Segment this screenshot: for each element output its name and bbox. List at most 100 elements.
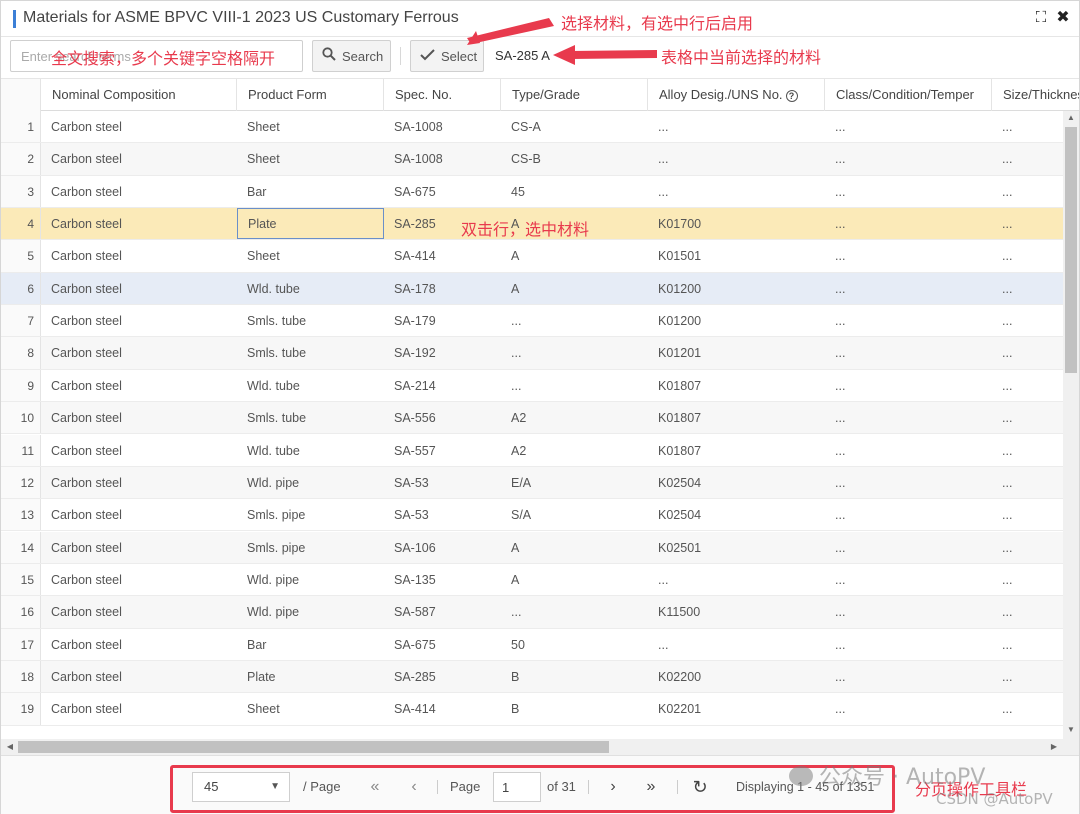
cell-class-condition[interactable]: ... [825, 629, 992, 660]
cell-class-condition[interactable]: ... [825, 596, 992, 627]
cell-type-grade[interactable]: E/A [501, 467, 648, 498]
cell-spec-no[interactable]: SA-53 [384, 499, 501, 530]
cell-size-thickness[interactable]: ... [992, 564, 1063, 595]
cell-type-grade[interactable]: 50 [501, 629, 648, 660]
cell-nominal-composition[interactable]: Carbon steel [41, 693, 237, 724]
cell-alloy-uns[interactable]: K02200 [648, 661, 825, 692]
cell-class-condition[interactable]: ... [825, 305, 992, 336]
table-row[interactable]: 15 Carbon steel Wld. pipe SA-135 A......... [1, 563, 1063, 597]
cell-type-grade[interactable]: 45 [501, 176, 648, 207]
table-row[interactable]: 1 Carbon steel Sheet SA-1008 CS-A......... [1, 111, 1063, 144]
cell-product-form[interactable]: Smls. pipe [237, 499, 384, 530]
cell-class-condition[interactable]: ... [825, 693, 992, 724]
cell-alloy-uns[interactable]: ... [648, 143, 825, 174]
cell-size-thickness[interactable]: ... [992, 532, 1063, 563]
cell-spec-no[interactable]: SA-214 [384, 370, 501, 401]
horizontal-scroll-thumb[interactable] [18, 741, 609, 753]
col-header-class-condition[interactable]: Class/Condition/Temper [825, 79, 992, 111]
scroll-left-icon[interactable]: ◀ [3, 739, 17, 755]
cell-product-form[interactable]: Bar [237, 176, 384, 207]
cell-type-grade[interactable]: ... [501, 596, 648, 627]
cell-size-thickness[interactable]: ... [992, 596, 1063, 627]
cell-class-condition[interactable]: ... [825, 240, 992, 271]
cell-spec-no[interactable]: SA-106 [384, 532, 501, 563]
cell-nominal-composition[interactable]: Carbon steel [41, 661, 237, 692]
cell-nominal-composition[interactable]: Carbon steel [41, 208, 237, 239]
cell-size-thickness[interactable]: ... [992, 240, 1063, 271]
cell-alloy-uns[interactable]: K02504 [648, 467, 825, 498]
cell-spec-no[interactable]: SA-414 [384, 693, 501, 724]
cell-class-condition[interactable]: ... [825, 111, 992, 142]
cell-alloy-uns[interactable]: K01200 [648, 305, 825, 336]
cell-size-thickness[interactable]: ... [992, 176, 1063, 207]
cell-alloy-uns[interactable]: K01807 [648, 402, 825, 433]
cell-class-condition[interactable]: ... [825, 370, 992, 401]
cell-spec-no[interactable]: SA-414 [384, 240, 501, 271]
cell-type-grade[interactable]: S/A [501, 499, 648, 530]
scroll-down-icon[interactable]: ▼ [1063, 723, 1079, 737]
cell-size-thickness[interactable]: ... [992, 208, 1063, 239]
select-button[interactable]: Select [410, 40, 484, 72]
cell-product-form[interactable]: Plate [237, 661, 384, 692]
col-header-alloy-uns[interactable]: Alloy Desig./UNS No.? [648, 79, 825, 111]
close-icon[interactable]: ✖ [1053, 7, 1073, 29]
cell-class-condition[interactable]: ... [825, 661, 992, 692]
cell-spec-no[interactable]: SA-557 [384, 435, 501, 466]
cell-nominal-composition[interactable]: Carbon steel [41, 564, 237, 595]
cell-size-thickness[interactable]: ... [992, 467, 1063, 498]
cell-class-condition[interactable]: ... [825, 273, 992, 304]
cell-product-form[interactable]: Wld. pipe [237, 596, 384, 627]
cell-class-condition[interactable]: ... [825, 176, 992, 207]
table-row[interactable]: 18 Carbon steel Plate SA-285 B K02200...... [1, 660, 1063, 694]
cell-nominal-composition[interactable]: Carbon steel [41, 532, 237, 563]
cell-size-thickness[interactable]: ... [992, 693, 1063, 724]
cell-product-form[interactable]: Bar [237, 629, 384, 660]
cell-product-form[interactable]: Sheet [237, 143, 384, 174]
cell-nominal-composition[interactable]: Carbon steel [41, 111, 237, 142]
cell-type-grade[interactable]: A [501, 240, 648, 271]
col-header-size-thickness[interactable]: Size/Thickness [992, 79, 1079, 111]
cell-class-condition[interactable]: ... [825, 532, 992, 563]
cell-nominal-composition[interactable]: Carbon steel [41, 143, 237, 174]
cell-product-form[interactable]: Smls. tube [237, 305, 384, 336]
cell-size-thickness[interactable]: ... [992, 435, 1063, 466]
cell-type-grade[interactable]: A [501, 273, 648, 304]
cell-product-form[interactable]: Wld. pipe [237, 564, 384, 595]
table-row[interactable]: 10 Carbon steel Smls. tube SA-556 A2 K01807..… [1, 402, 1063, 435]
cell-type-grade[interactable]: A2 [501, 435, 648, 466]
cell-alloy-uns[interactable]: K02501 [648, 532, 825, 563]
cell-product-form[interactable]: Sheet [237, 693, 384, 724]
cell-type-grade[interactable]: ... [501, 305, 648, 336]
cell-nominal-composition[interactable]: Carbon steel [41, 402, 237, 433]
table-row[interactable]: 11 Carbon steel Wld. tube SA-557 A2 K01807...… [1, 434, 1063, 467]
cell-type-grade[interactable]: A2 [501, 402, 648, 433]
cell-product-form[interactable]: Wld. pipe [237, 467, 384, 498]
table-row[interactable]: 7 Carbon steel Smls. tube SA-179... K01200..… [1, 305, 1063, 338]
cell-alloy-uns[interactable]: ... [648, 629, 825, 660]
cell-size-thickness[interactable]: ... [992, 499, 1063, 530]
table-row[interactable]: 2 Carbon steel Sheet SA-1008 CS-B......... [1, 143, 1063, 176]
table-row[interactable]: 3 Carbon steel Bar SA-675 45......... [1, 175, 1063, 208]
cell-nominal-composition[interactable]: Carbon steel [41, 337, 237, 368]
cell-type-grade[interactable]: B [501, 693, 648, 724]
cell-type-grade[interactable]: CS-B [501, 143, 648, 174]
cell-alloy-uns[interactable]: ... [648, 176, 825, 207]
table-row[interactable]: 14 Carbon steel Smls. pipe SA-106 A K02501...… [1, 531, 1063, 564]
cell-spec-no[interactable]: SA-675 [384, 176, 501, 207]
cell-product-form[interactable]: Wld. tube [237, 273, 384, 304]
cell-nominal-composition[interactable]: Carbon steel [41, 596, 237, 627]
cell-alloy-uns[interactable]: K01201 [648, 337, 825, 368]
table-row[interactable]: 19 Carbon steel Sheet SA-414 B K02201...... [1, 693, 1063, 726]
cell-product-form[interactable]: Sheet [237, 111, 384, 142]
cell-nominal-composition[interactable]: Carbon steel [41, 370, 237, 401]
cell-spec-no[interactable]: SA-1008 [384, 143, 501, 174]
cell-alloy-uns[interactable]: K01501 [648, 240, 825, 271]
cell-spec-no[interactable]: SA-285 [384, 661, 501, 692]
cell-class-condition[interactable]: ... [825, 499, 992, 530]
cell-alloy-uns[interactable]: K01700 [648, 208, 825, 239]
cell-spec-no[interactable]: SA-135 [384, 564, 501, 595]
col-header-type-grade[interactable]: Type/Grade [501, 79, 648, 111]
col-header-product-form[interactable]: Product Form [237, 79, 384, 111]
cell-size-thickness[interactable]: ... [992, 337, 1063, 368]
table-row[interactable]: 6 Carbon steel Wld. tube SA-178 A K01200.....… [1, 272, 1063, 306]
